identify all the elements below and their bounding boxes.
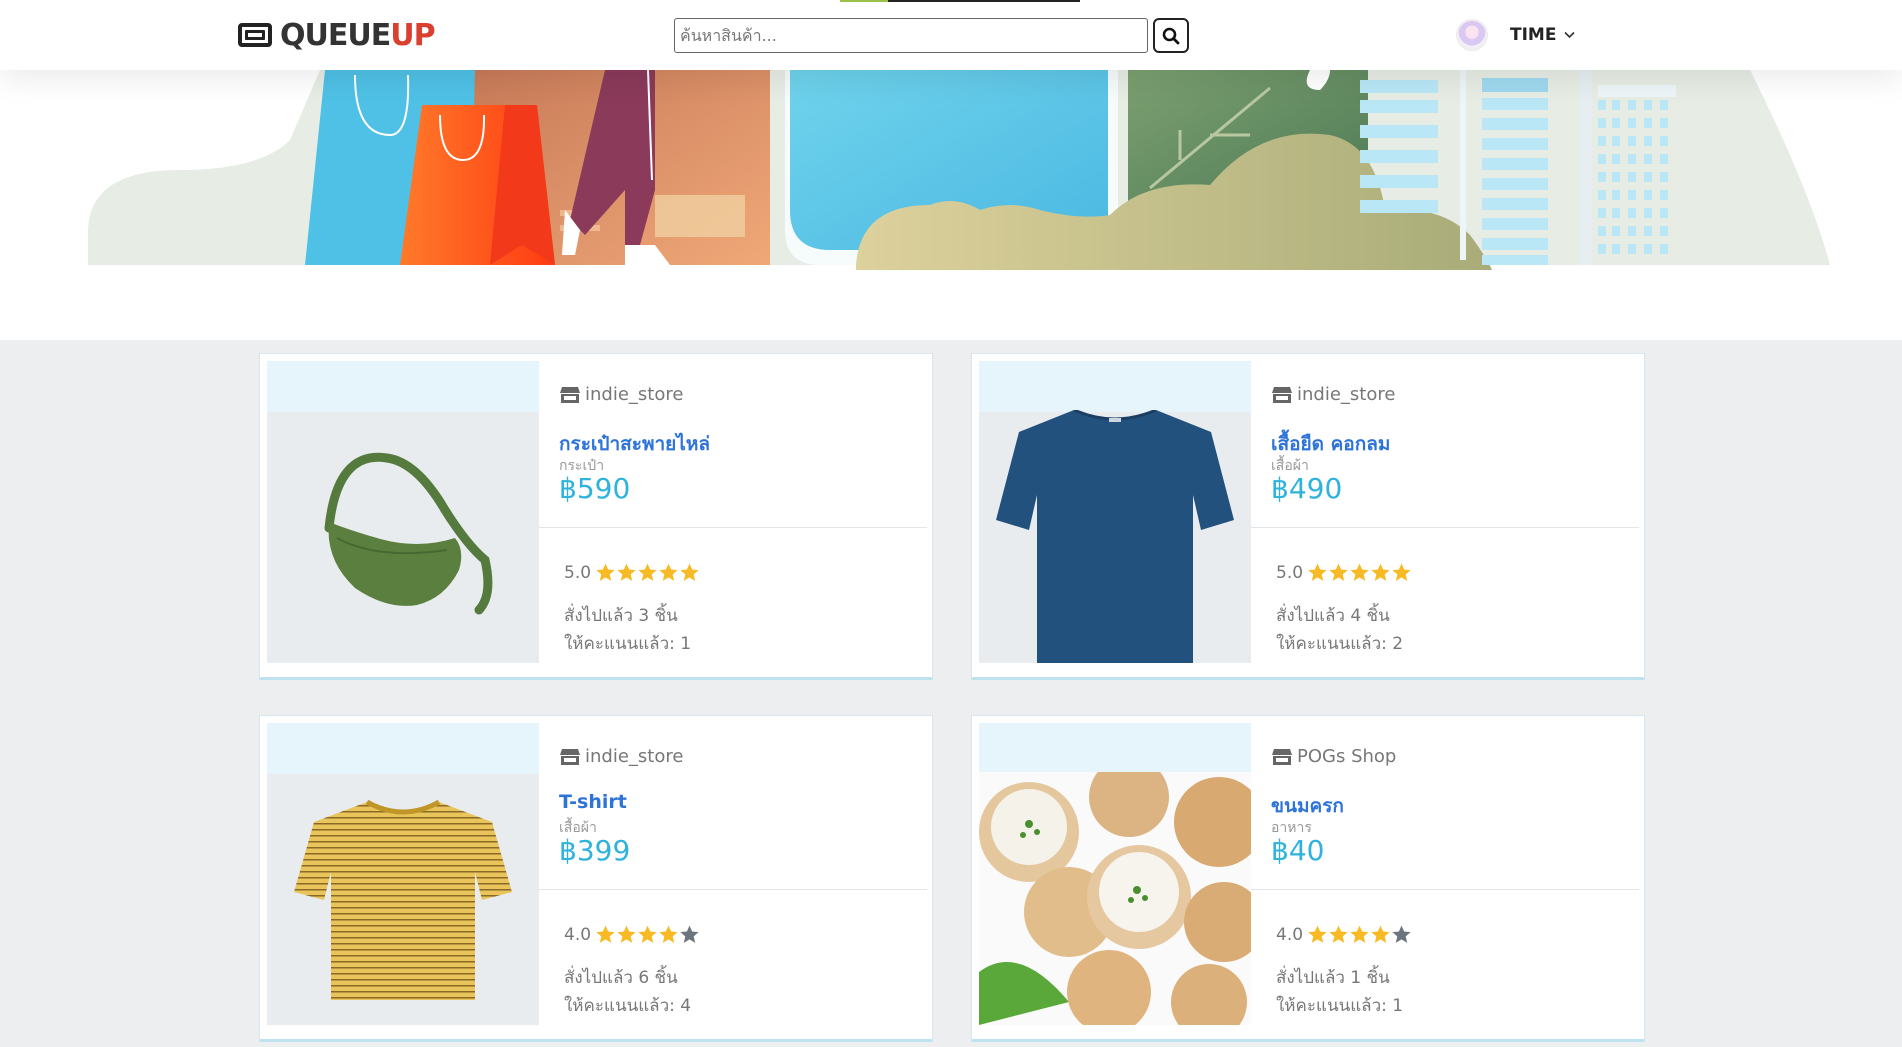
image-top-band — [979, 723, 1251, 774]
store-name[interactable]: indie_store — [1271, 384, 1395, 405]
star-filled-icon — [1350, 925, 1369, 943]
search-icon — [1162, 27, 1180, 44]
sold-count: สั่งไปแล้ว 4 ชิ้น — [1276, 606, 1390, 626]
store-name[interactable]: POGs Shop — [1271, 746, 1396, 767]
star-empty-icon — [1392, 925, 1411, 943]
star-filled-icon — [1308, 563, 1327, 581]
star-filled-icon — [1371, 563, 1390, 581]
store-name[interactable]: indie_store — [559, 746, 683, 767]
rating-stars — [1307, 924, 1412, 945]
review-count: ให้คะแนนแล้ว: 2 — [1276, 634, 1404, 654]
product-image[interactable] — [979, 723, 1251, 1025]
review-count: ให้คะแนนแล้ว: 1 — [1276, 996, 1404, 1016]
star-filled-icon — [1308, 925, 1327, 943]
rating-value: 5.0 — [564, 562, 592, 583]
store-icon — [1272, 386, 1292, 403]
user-name[interactable]: TIME — [1510, 25, 1556, 45]
star-filled-icon — [1329, 925, 1348, 943]
product-price: ฿399 — [559, 834, 631, 867]
product-card[interactable]: POGs Shop ขนมครก อาหาร ฿40 4.0 สั่งไปแล้… — [971, 715, 1645, 1042]
store-icon — [560, 748, 580, 765]
star-filled-icon — [1350, 563, 1369, 581]
product-rating: 4.0 — [1276, 924, 1412, 945]
star-filled-icon — [1329, 563, 1348, 581]
star-filled-icon — [680, 563, 699, 581]
product-price: ฿490 — [1271, 472, 1343, 505]
hero-banner — [0, 70, 1902, 340]
star-filled-icon — [596, 925, 615, 943]
card-divider — [1251, 889, 1639, 890]
product-rating: 5.0 — [564, 562, 700, 583]
rating-value: 4.0 — [564, 924, 592, 945]
sold-count: สั่งไปแล้ว 1 ชิ้น — [1276, 968, 1390, 988]
rating-value: 4.0 — [1276, 924, 1304, 945]
product-photo — [267, 410, 539, 663]
product-rating: 4.0 — [564, 924, 700, 945]
product-photo — [267, 772, 539, 1025]
rating-stars — [595, 924, 700, 945]
product-image[interactable] — [979, 361, 1251, 663]
site-logo[interactable]: QUEUEUP — [238, 17, 436, 53]
card-divider — [539, 889, 927, 890]
rating-value: 5.0 — [1276, 562, 1304, 583]
card-divider — [539, 527, 927, 528]
product-rating: 5.0 — [1276, 562, 1412, 583]
header-accent-line — [840, 0, 1080, 2]
sold-count: สั่งไปแล้ว 6 ชิ้น — [564, 968, 678, 988]
store-label[interactable]: POGs Shop — [1297, 746, 1396, 767]
star-filled-icon — [659, 925, 678, 943]
search-button[interactable] — [1153, 18, 1189, 53]
avatar[interactable] — [1456, 19, 1488, 51]
image-top-band — [267, 361, 539, 412]
sold-count: สั่งไปแล้ว 3 ชิ้น — [564, 606, 678, 626]
product-image[interactable] — [267, 723, 539, 1025]
top-navbar: QUEUEUP TIME — [0, 0, 1902, 70]
search-input[interactable] — [674, 18, 1148, 53]
rating-stars — [595, 562, 700, 583]
store-icon — [560, 386, 580, 403]
product-image[interactable] — [267, 361, 539, 663]
product-price: ฿40 — [1271, 834, 1325, 867]
product-price: ฿590 — [559, 472, 631, 505]
chevron-down-icon[interactable] — [1564, 31, 1576, 39]
logo-text: QUEUEUP — [280, 17, 436, 53]
star-filled-icon — [638, 925, 657, 943]
product-card[interactable]: indie_store กระเป๋าสะพายไหล่ กระเป๋า ฿59… — [259, 353, 933, 680]
logo-up-text: UP — [390, 17, 435, 53]
search-bar — [674, 18, 1189, 53]
rating-stars — [1307, 562, 1412, 583]
product-card[interactable]: indie_store เสื้อยืด คอกลม เสื้อผ้า ฿490… — [971, 353, 1645, 680]
product-photo — [979, 757, 1251, 1025]
star-filled-icon — [659, 563, 678, 581]
logo-queue-text: QUEUE — [280, 17, 391, 53]
product-photo — [979, 408, 1251, 663]
star-filled-icon — [1371, 925, 1390, 943]
card-divider — [1251, 527, 1639, 528]
product-name[interactable]: T-shirt — [559, 791, 627, 813]
review-count: ให้คะแนนแล้ว: 4 — [564, 996, 692, 1016]
user-menu[interactable]: TIME — [1456, 18, 1576, 52]
image-top-band — [267, 723, 539, 774]
ticket-icon — [238, 23, 272, 47]
image-top-band — [979, 361, 1251, 412]
star-filled-icon — [638, 563, 657, 581]
star-filled-icon — [1392, 563, 1411, 581]
star-filled-icon — [617, 563, 636, 581]
store-label[interactable]: indie_store — [585, 384, 683, 405]
star-filled-icon — [596, 563, 615, 581]
store-name[interactable]: indie_store — [559, 384, 683, 405]
shopping-illustration — [88, 70, 1830, 270]
star-filled-icon — [617, 925, 636, 943]
store-label[interactable]: indie_store — [585, 746, 683, 767]
store-icon — [1272, 748, 1292, 765]
review-count: ให้คะแนนแล้ว: 1 — [564, 634, 692, 654]
star-empty-icon — [680, 925, 699, 943]
store-label[interactable]: indie_store — [1297, 384, 1395, 405]
product-card[interactable]: indie_store T-shirt เสื้อผ้า ฿399 4.0 สั… — [259, 715, 933, 1042]
